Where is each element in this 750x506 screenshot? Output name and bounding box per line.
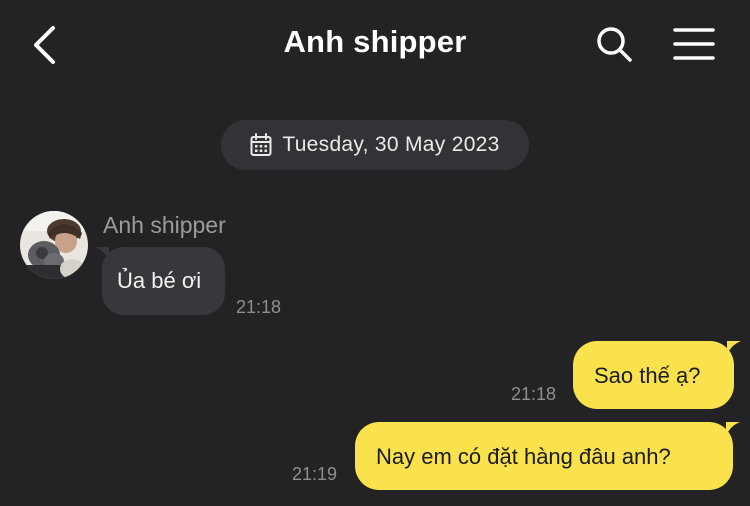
bubble-tail	[95, 247, 109, 261]
search-icon	[597, 27, 632, 62]
back-button[interactable]	[18, 20, 70, 70]
chat-header: Anh shipper	[0, 0, 750, 88]
bubble-tail	[726, 422, 740, 436]
message-timestamp: 21:19	[292, 464, 338, 484]
hamburger-menu-icon	[673, 28, 715, 60]
outgoing-message-bubble[interactable]: Nay em có đặt hàng đâu anh?	[355, 422, 740, 490]
date-label: Tuesday, 30 May 2023	[282, 133, 500, 156]
date-separator: Tuesday, 30 May 2023	[221, 120, 529, 170]
message-text: Nay em có đặt hàng đâu anh?	[376, 444, 671, 469]
search-button[interactable]	[590, 20, 638, 68]
message-timestamp: 21:18	[511, 384, 557, 404]
menu-button[interactable]	[670, 20, 718, 68]
calendar-icon	[250, 133, 272, 156]
sender-name: Anh shipper	[103, 212, 226, 238]
message-timestamp: 21:18	[236, 297, 282, 317]
incoming-message-bubble[interactable]: Ủa bé ơi	[95, 247, 225, 315]
chevron-left-icon	[34, 26, 55, 64]
message-text: Sao thế ạ?	[594, 363, 701, 388]
bubble-tail	[727, 341, 741, 355]
outgoing-message-bubble[interactable]: Sao thế ạ?	[573, 341, 741, 409]
message-text: Ủa bé ơi	[117, 268, 202, 293]
avatar[interactable]	[20, 211, 88, 279]
